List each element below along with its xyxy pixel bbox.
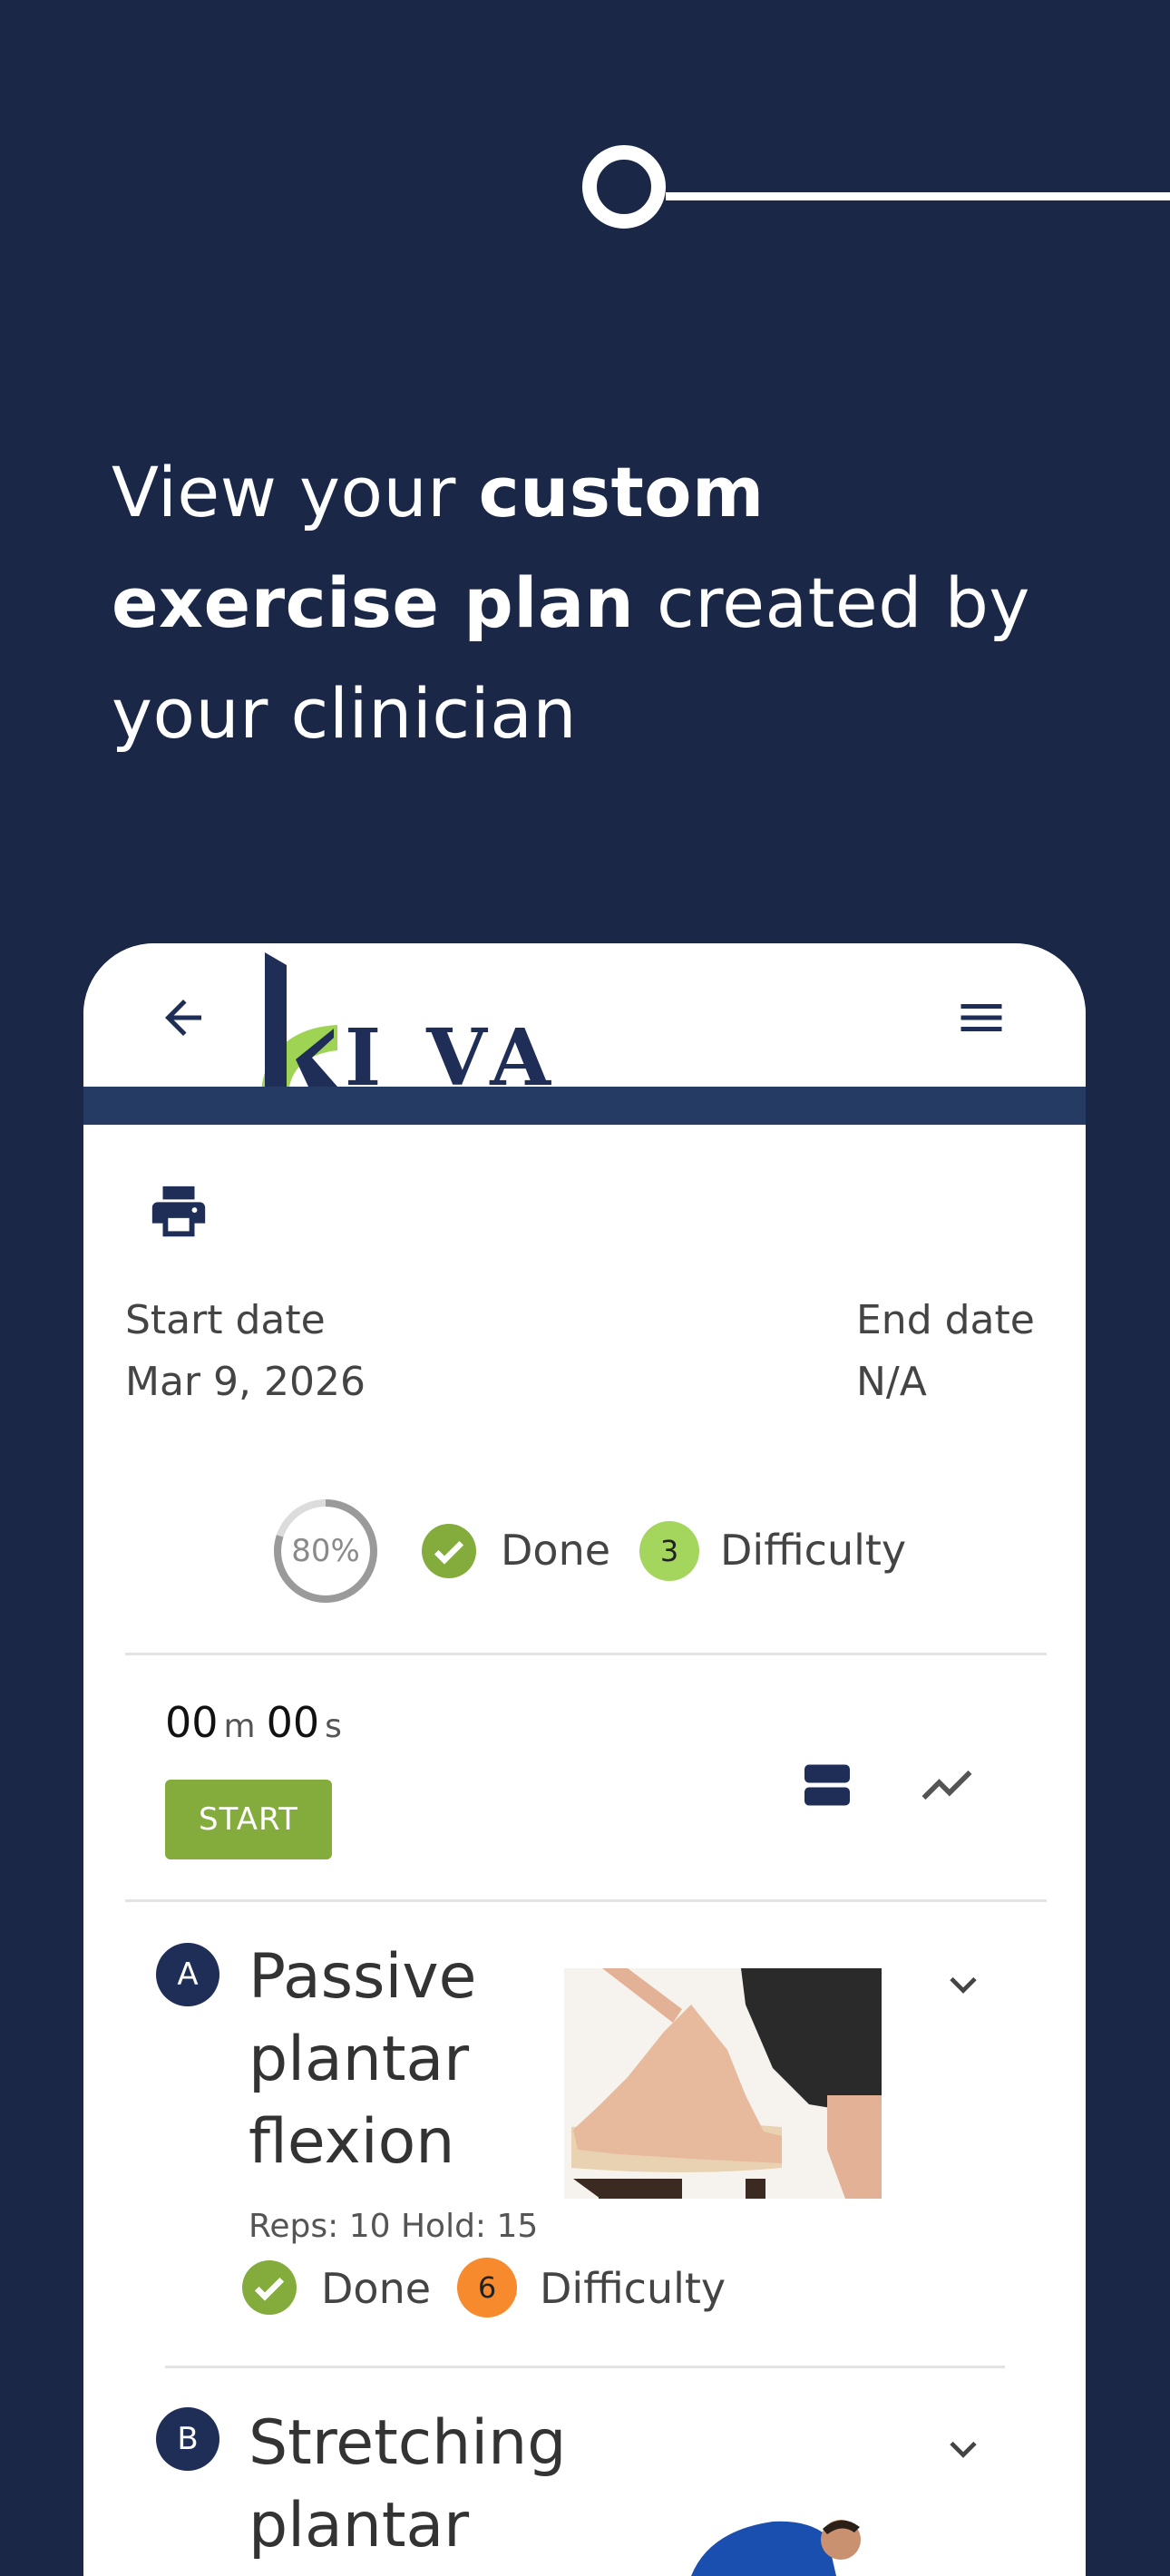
exercise-title[interactable]: Passive plantar flexion — [249, 1936, 584, 2183]
divider — [125, 1653, 1047, 1655]
start-button[interactable]: START — [165, 1780, 332, 1859]
exercise-letter-badge: B — [156, 2407, 219, 2471]
exercise-difficulty-badge: 6 — [457, 2258, 517, 2317]
chevron-down-icon[interactable] — [940, 2425, 987, 2473]
kiva-logo: I VA — [261, 952, 553, 1087]
start-date-label: Start date — [125, 1297, 326, 1343]
phone-mockup: I VA Start date Mar 9, 2026 End date N/A… — [83, 943, 1086, 2576]
hamburger-menu-icon[interactable] — [954, 990, 1009, 1045]
app-header: I VA — [83, 943, 1086, 1087]
timer-display: 00 m 00 s — [165, 1698, 353, 1747]
plan-summary: 80% Done 3 Difficulty — [83, 1497, 1086, 1615]
divider — [165, 2366, 1005, 2368]
header-stripe — [83, 1087, 1086, 1125]
exercise-letter-badge: A — [156, 1943, 219, 2006]
difficulty-label: Difficulty — [720, 1526, 907, 1575]
onboarding-headline: View your custom exercise plan created b… — [112, 437, 1073, 769]
check-circle-icon — [422, 1524, 476, 1578]
step-indicator-dot — [582, 145, 666, 229]
step-indicator-line — [666, 192, 1170, 200]
exercise-reps-hold: Reps: 10 Hold: 15 — [249, 2208, 539, 2245]
exercise-title[interactable]: Stretching plantar — [249, 2402, 629, 2567]
chevron-down-icon[interactable] — [940, 1961, 987, 2008]
printer-icon[interactable] — [147, 1181, 210, 1244]
end-date-label: End date — [856, 1297, 1035, 1343]
timer-seconds-unit: s — [325, 1708, 342, 1745]
timer-minutes-unit: m — [223, 1708, 256, 1745]
back-arrow-icon[interactable] — [156, 990, 210, 1045]
exercise-image[interactable] — [564, 1968, 882, 2199]
difficulty-badge: 3 — [639, 1521, 699, 1581]
list-view-icon[interactable] — [800, 1758, 854, 1812]
timer-minutes: 00 — [165, 1698, 219, 1747]
timer-seconds: 00 — [266, 1698, 320, 1747]
check-circle-icon — [242, 2260, 297, 2315]
svg-text:I VA: I VA — [345, 1012, 553, 1087]
divider — [125, 1899, 1047, 1902]
progress-percent: 80% — [291, 1533, 360, 1569]
trend-chart-icon[interactable] — [916, 1754, 978, 1816]
done-label: Done — [501, 1526, 611, 1575]
exercise-image[interactable] — [628, 2449, 900, 2576]
exercise-difficulty-label: Difficulty — [540, 2264, 726, 2313]
end-date-value: N/A — [856, 1359, 927, 1405]
start-date-value: Mar 9, 2026 — [125, 1359, 366, 1405]
headline-part-1: View your — [112, 452, 479, 532]
progress-ring: 80% — [271, 1497, 380, 1605]
exercise-done-label: Done — [321, 2264, 432, 2313]
onboarding-stepper — [0, 0, 1170, 272]
